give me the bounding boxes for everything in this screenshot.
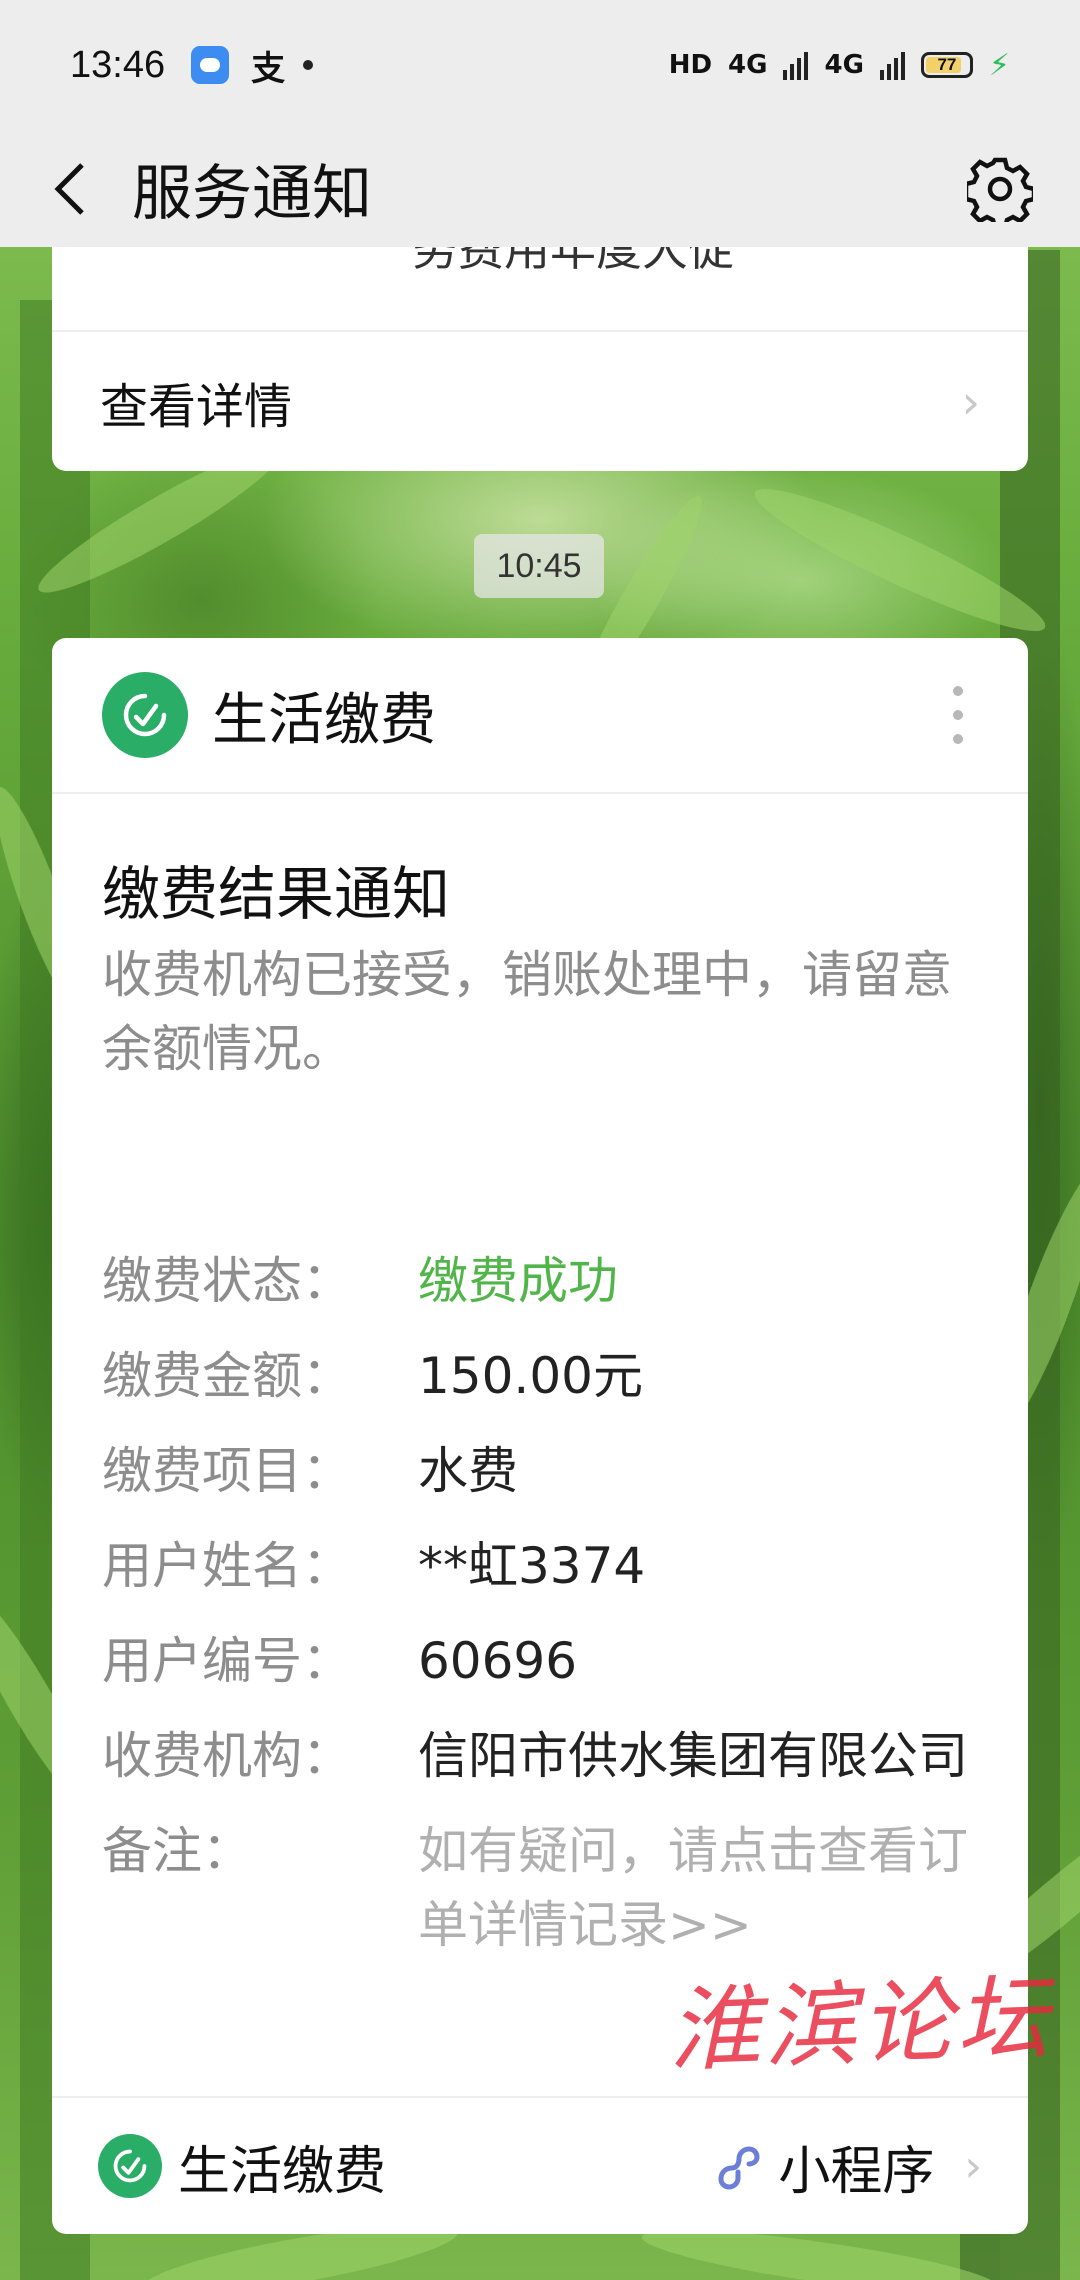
mini-program-icon	[710, 2138, 766, 2194]
chevron-right-icon: ›	[964, 2140, 982, 2192]
field-label: 缴费状态：	[102, 1252, 352, 1310]
alipay-icon: 支	[251, 48, 286, 89]
field-row: 用户编号： 60696	[102, 1624, 978, 1698]
field-row: 用户姓名： **虹3374	[102, 1529, 978, 1603]
notice-description: 收费机构已接受，销账处理中，请留意余额情况。	[102, 946, 952, 1078]
field-label: 缴费金额：	[102, 1347, 352, 1405]
card-footer: 生活缴费 小程序 ›	[52, 2096, 1028, 2234]
mini-program-label: 小程序	[778, 2141, 935, 2202]
status-bar: 13:46 支 HD 4G 4G 77 ⚡	[0, 0, 1080, 130]
more-options-icon[interactable]	[938, 686, 978, 744]
charging-icon: ⚡	[988, 47, 1010, 83]
field-row: 缴费状态： 缴费成功	[102, 1244, 978, 1318]
nav-bar: 服务通知	[0, 130, 1080, 247]
signal-icon	[783, 50, 809, 80]
remark-value: 如有疑问，请点击查看订单详情记录>>	[418, 1822, 968, 1954]
chevron-right-icon: ›	[961, 374, 980, 429]
footer-source-link[interactable]: 生活缴费	[178, 2129, 386, 2204]
field-row: 缴费项目： 水费	[102, 1434, 978, 1508]
signal-icon-2	[879, 50, 905, 80]
forum-watermark: 淮滨论坛	[666, 1964, 1055, 2085]
card-source-name: 生活缴费	[212, 687, 436, 753]
message-timestamp: 10:45	[474, 534, 604, 598]
battery-icon: 77	[920, 52, 973, 78]
user-name-value: **虹3374	[418, 1537, 646, 1595]
network-label-1: 4G	[728, 50, 768, 80]
billing-org-value: 信阳市供水集团有限公司	[418, 1727, 968, 1785]
notice-title: 缴费结果通知	[102, 860, 451, 928]
back-arrow-icon[interactable]	[30, 130, 110, 247]
user-number-value: 60696	[418, 1632, 578, 1690]
previous-notification-card: 务费用年度大促 查看详情 ›	[52, 247, 1028, 471]
field-label: 用户姓名：	[102, 1537, 352, 1595]
hd-label: HD	[668, 50, 713, 80]
field-row: 收费机构： 信阳市供水集团有限公司	[102, 1719, 978, 1793]
chat-app-icon	[191, 46, 230, 84]
battery-level: 77	[937, 55, 957, 74]
mini-program-link[interactable]: 小程序 ›	[710, 2129, 982, 2204]
view-details-row[interactable]: 查看详情 ›	[52, 332, 1028, 471]
detail-fields: 缴费状态： 缴费成功 缴费金额： 150.00元 缴费项目： 水费 用户姓名： …	[102, 1244, 978, 1962]
network-label-2: 4G	[824, 50, 864, 80]
payment-status-value: 缴费成功	[418, 1252, 618, 1310]
card-header: 生活缴费	[52, 638, 1028, 794]
field-label: 备注：	[102, 1822, 252, 1880]
field-label: 收费机构：	[102, 1727, 352, 1785]
page-title: 服务通知	[132, 159, 372, 229]
status-time: 13:46	[70, 43, 166, 86]
field-label: 缴费项目：	[102, 1442, 352, 1500]
field-label: 用户编号：	[102, 1632, 352, 1690]
life-payment-logo-icon	[102, 672, 188, 758]
field-row: 备注： 如有疑问，请点击查看订单详情记录>>	[102, 1814, 978, 1962]
notification-dot-icon	[303, 60, 314, 70]
view-details-label: 查看详情	[100, 378, 293, 435]
gear-icon[interactable]	[960, 149, 1040, 229]
previous-card-clipped-text: 务费用年度大促	[412, 247, 734, 276]
card-body: 缴费结果通知 收费机构已接受，销账处理中，请留意余额情况。 缴费状态： 缴费成功…	[52, 856, 1028, 1962]
payment-amount-value: 150.00元	[418, 1347, 643, 1405]
field-row: 缴费金额： 150.00元	[102, 1339, 978, 1413]
payment-item-value: 水费	[418, 1442, 518, 1500]
status-indicators: HD 4G 4G 77 ⚡	[669, 48, 1010, 83]
life-payment-logo-icon	[98, 2134, 162, 2198]
